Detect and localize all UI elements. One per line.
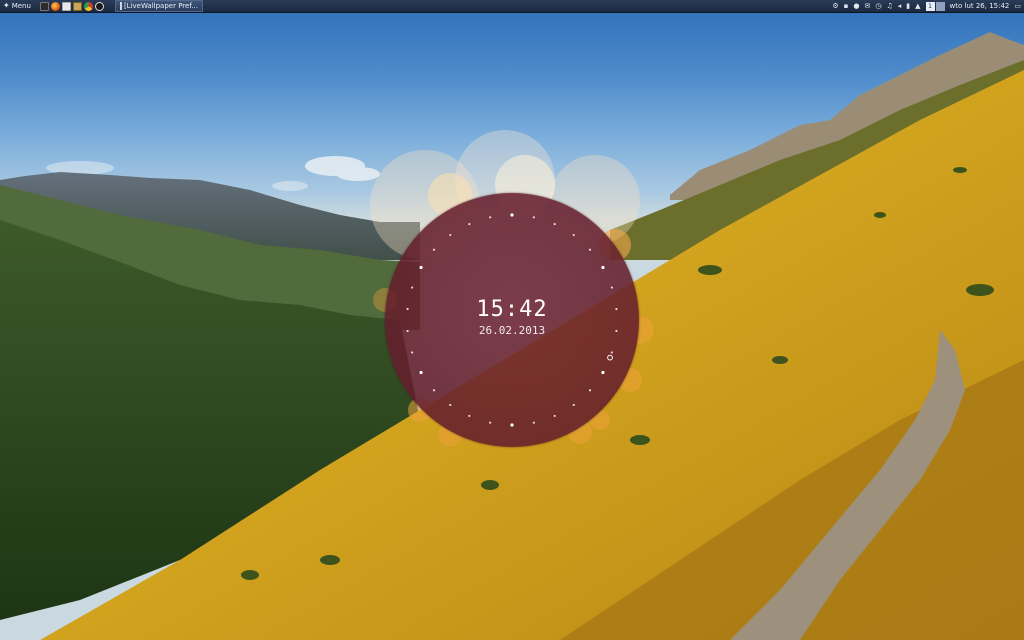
chrome-icon[interactable]: [83, 1, 93, 11]
taskbar-window-title: [LiveWallpaper Pref...: [123, 2, 198, 10]
clock-widget[interactable]: 15:42 26.02.2013: [385, 193, 639, 447]
clock-hour-marker: [607, 354, 613, 361]
clock-dot: [601, 370, 605, 375]
taskbar-window-button[interactable]: [LiveWallpaper Pref...: [114, 0, 203, 12]
clock-dot: [610, 351, 613, 354]
clock-dot: [449, 403, 452, 407]
clock-dot: [449, 233, 452, 237]
workspace-switcher[interactable]: 1: [925, 1, 945, 11]
mail-icon[interactable]: ✉: [864, 1, 870, 11]
volume-icon[interactable]: ◂: [898, 1, 902, 11]
clock-dot: [419, 265, 423, 270]
top-panel: ✦ Menu [LiveWallpaper Pref... ⚙ ▪ ● ✉ ◷ …: [0, 0, 1024, 13]
terminal-icon[interactable]: [39, 1, 49, 11]
clock-dot: [432, 248, 436, 251]
menu-button[interactable]: ✦ Menu: [0, 0, 36, 12]
notes-icon[interactable]: ▪: [844, 1, 849, 11]
file-manager-icon[interactable]: [72, 1, 82, 11]
clock-dot: [510, 423, 514, 427]
clock-dot: [601, 265, 605, 270]
clock-time: 15:42: [476, 297, 548, 322]
clock-dot: [510, 213, 514, 217]
battery-icon[interactable]: ▮: [906, 1, 910, 11]
clock-dot: [572, 233, 575, 237]
record-icon[interactable]: [94, 1, 104, 11]
clock-dot: [588, 389, 592, 392]
menu-icon: ✦: [3, 1, 10, 10]
music-icon[interactable]: ♫: [886, 1, 892, 11]
clock-dot: [489, 421, 492, 424]
clock-dot: [419, 370, 423, 375]
clock-dot: [532, 216, 535, 219]
clock-dot: [553, 414, 556, 418]
clock-dot: [532, 421, 535, 424]
up-arrow-icon[interactable]: ▲: [915, 1, 920, 11]
clock-dot: [553, 222, 556, 226]
clock-dot: [588, 248, 592, 251]
clock-icon[interactable]: ◷: [875, 1, 881, 11]
workspace-1[interactable]: 1: [925, 1, 935, 11]
clock-dot: [572, 403, 575, 407]
clock-date: 26.02.2013: [478, 324, 546, 337]
workspace-2[interactable]: [935, 1, 945, 11]
clock-dot: [468, 222, 471, 226]
chat-icon[interactable]: ●: [853, 1, 859, 11]
panel-clock[interactable]: wto lut 26, 15:42: [950, 2, 1010, 10]
window-icon: [119, 2, 122, 10]
firefox-icon[interactable]: [50, 1, 60, 11]
show-desktop-icon[interactable]: ▭: [1014, 1, 1021, 11]
clock-dot: [489, 216, 492, 219]
text-editor-icon[interactable]: [61, 1, 71, 11]
clock-dot: [468, 414, 471, 418]
network-icon[interactable]: ⚙: [832, 1, 838, 11]
clock-dot: [411, 286, 414, 289]
clock-dot: [411, 351, 414, 354]
clock-dot: [432, 389, 436, 392]
menu-label: Menu: [11, 2, 31, 10]
clock-dot: [610, 286, 613, 289]
desktop[interactable]: ✦ Menu [LiveWallpaper Pref... ⚙ ▪ ● ✉ ◷ …: [0, 0, 1024, 640]
